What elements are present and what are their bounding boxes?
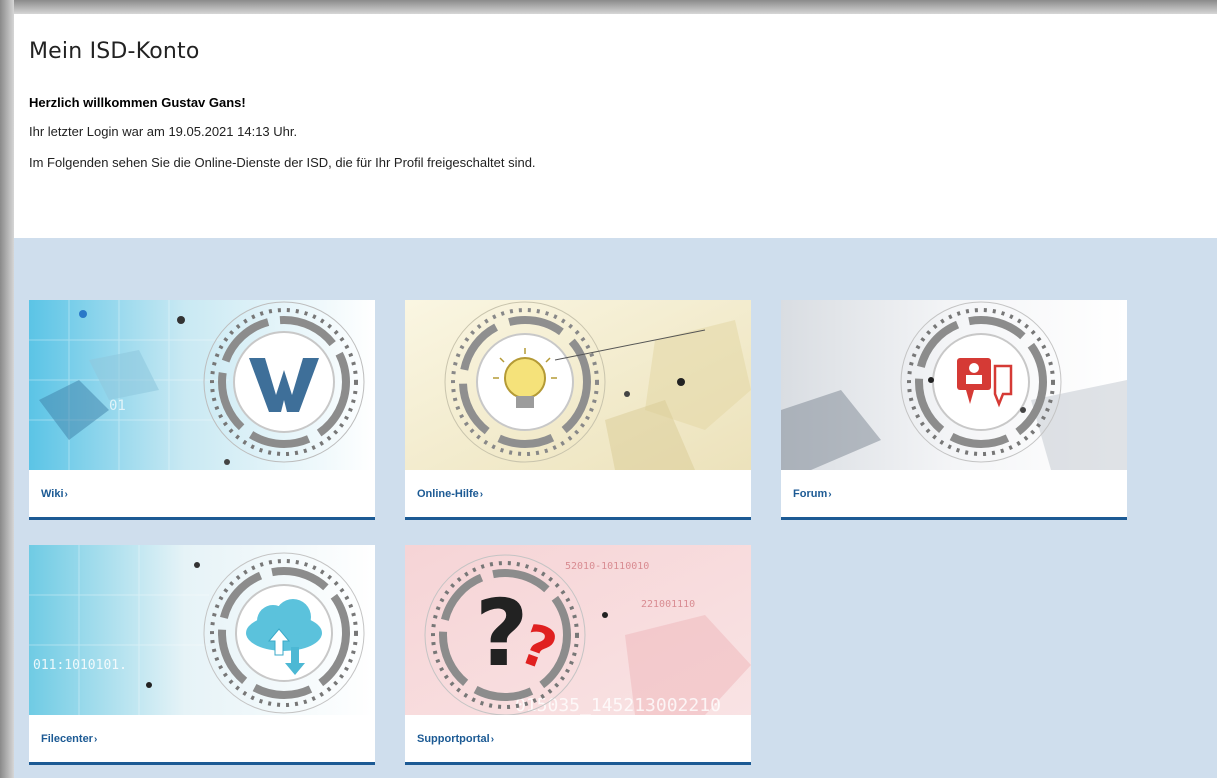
svg-text:011:1010101.: 011:1010101.: [33, 658, 127, 673]
chevron-right-icon: ›: [490, 734, 495, 745]
chevron-right-icon: ›: [64, 489, 68, 500]
services-intro: Im Folgenden sehen Sie die Online-Dienst…: [29, 155, 536, 170]
svg-text:52010-10110010: 52010-10110010: [565, 561, 649, 572]
window-top-edge: [0, 0, 1217, 14]
forum-banner-image: [781, 300, 1127, 470]
svg-text:01: 01: [109, 398, 126, 414]
chevron-right-icon: ›: [93, 734, 98, 745]
service-card-online-hilfe[interactable]: Online-Hilfe›: [405, 300, 751, 520]
online-hilfe-banner-image: [405, 300, 751, 470]
service-link-supportportal[interactable]: Supportportal›: [417, 733, 494, 745]
last-login-info: Ihr letzter Login war am 19.05.2021 14:1…: [29, 124, 298, 139]
chevron-right-icon: ›: [479, 489, 484, 500]
service-link-forum[interactable]: Forum›: [793, 488, 832, 500]
svg-text:221001110: 221001110: [641, 599, 695, 610]
service-link-filecenter[interactable]: Filecenter›: [41, 733, 97, 745]
services-grid: 01 Wiki› Online-Hilfe› Forum› 011:101010…: [14, 238, 1217, 778]
service-card-filecenter[interactable]: 011:1010101. Filecenter›: [29, 545, 375, 765]
filecenter-banner-image: 011:1010101.: [29, 545, 375, 715]
supportportal-banner-image: 52010-10110010 221001110 015035_14521300…: [405, 545, 751, 715]
service-card-forum[interactable]: Forum›: [781, 300, 1127, 520]
chevron-right-icon: ›: [828, 489, 832, 500]
service-card-supportportal[interactable]: 52010-10110010 221001110 015035_14521300…: [405, 545, 751, 765]
window-frame: Mein ISD-Konto Herzlich willkommen Gusta…: [0, 0, 1217, 778]
wiki-banner-image: 01: [29, 300, 375, 470]
svg-text:015035_145213002210: 015035_145213002210: [515, 695, 721, 715]
page-title: Mein ISD-Konto: [29, 39, 200, 64]
page-content: Mein ISD-Konto Herzlich willkommen Gusta…: [14, 14, 1217, 778]
account-header: Mein ISD-Konto Herzlich willkommen Gusta…: [14, 14, 1217, 238]
welcome-message: Herzlich willkommen Gustav Gans!: [29, 95, 246, 110]
service-card-wiki[interactable]: 01 Wiki›: [29, 300, 375, 520]
service-link-online-hilfe[interactable]: Online-Hilfe›: [417, 488, 483, 500]
window-left-edge: [0, 0, 14, 778]
service-link-wiki[interactable]: Wiki›: [41, 488, 68, 500]
